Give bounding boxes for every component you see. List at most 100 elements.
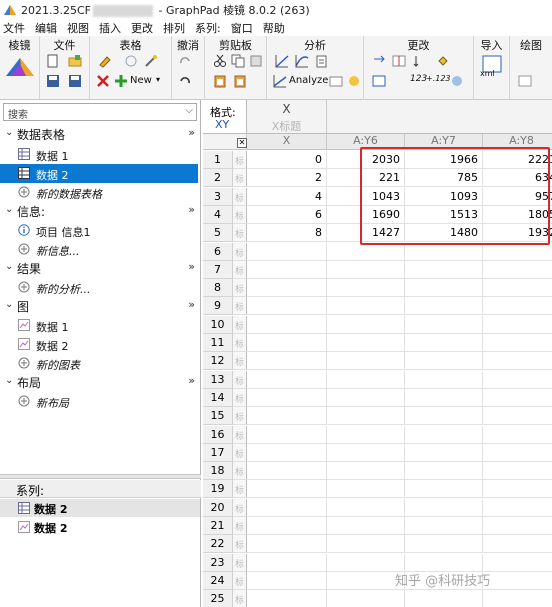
- table-cell-x[interactable]: [247, 243, 327, 261]
- redo-icon[interactable]: [178, 54, 192, 68]
- menu-family[interactable]: 系列:: [195, 20, 221, 36]
- row-title-cell[interactable]: 标: [233, 517, 247, 535]
- table-cell-x[interactable]: [247, 316, 327, 334]
- row-header[interactable]: 22: [203, 535, 233, 553]
- table-cell-y8[interactable]: [483, 243, 552, 261]
- row-header[interactable]: 24: [203, 572, 233, 590]
- nav-data-table-2[interactable]: 数据 2: [0, 164, 198, 183]
- row-title-cell[interactable]: 标: [233, 407, 247, 425]
- row-header[interactable]: 1: [203, 151, 233, 169]
- table-cell-y8[interactable]: 1805: [483, 206, 552, 224]
- table-cell-x[interactable]: [247, 535, 327, 553]
- table-cell-y7[interactable]: [405, 261, 483, 279]
- table-cell-y8[interactable]: [483, 590, 552, 607]
- chevron-down-icon[interactable]: ⌄: [5, 204, 13, 215]
- cut-icon[interactable]: [213, 54, 227, 68]
- row-title-cell[interactable]: 标: [233, 572, 247, 590]
- paste-icon[interactable]: [213, 74, 227, 88]
- menu-arrange[interactable]: 排列: [163, 20, 185, 36]
- table-cell-y8[interactable]: [483, 499, 552, 517]
- table-cell-y6[interactable]: [327, 480, 405, 498]
- row-header[interactable]: 18: [203, 462, 233, 480]
- table-cell-y6[interactable]: 1427: [327, 224, 405, 242]
- table-cell-y7[interactable]: 1513: [405, 206, 483, 224]
- row-header[interactable]: 4: [203, 206, 233, 224]
- table-cell-y7[interactable]: [405, 535, 483, 553]
- chevron-down-icon[interactable]: ⌄: [5, 375, 13, 386]
- row-title-cell[interactable]: 标: [233, 316, 247, 334]
- nav-new-data-table[interactable]: 新的数据表格: [0, 183, 198, 202]
- table-cell-y6[interactable]: [327, 535, 405, 553]
- table-cell-y8[interactable]: [483, 426, 552, 444]
- table-cell-y8[interactable]: 2221: [483, 151, 552, 169]
- table-cell-y6[interactable]: [327, 407, 405, 425]
- nav-new-layout[interactable]: 新布局: [0, 392, 198, 411]
- nav-new-analysis[interactable]: 新的分析...: [0, 278, 198, 297]
- regression-icon[interactable]: [295, 54, 309, 68]
- nav-graph-1[interactable]: 数据 1: [0, 316, 198, 335]
- normalize-icon[interactable]: [347, 74, 361, 88]
- palette-icon[interactable]: [450, 74, 464, 88]
- menu-window[interactable]: 窗口: [231, 20, 253, 36]
- table-cell-x[interactable]: 8: [247, 224, 327, 242]
- save-as-icon[interactable]: [68, 74, 82, 88]
- table-cell-y8[interactable]: [483, 316, 552, 334]
- analyze-icon[interactable]: [273, 74, 287, 88]
- table-cell-y7[interactable]: [405, 243, 483, 261]
- row-title-cell[interactable]: 标: [233, 334, 247, 352]
- table-cell-y7[interactable]: 1480: [405, 224, 483, 242]
- row-title-cell[interactable]: 标: [233, 261, 247, 279]
- fill-color-icon[interactable]: [436, 54, 450, 68]
- table-cell-y7[interactable]: [405, 517, 483, 535]
- table-cell-y8[interactable]: 957: [483, 188, 552, 206]
- table-cell-y8[interactable]: [483, 572, 552, 590]
- row-header[interactable]: 3: [203, 188, 233, 206]
- table-cell-x[interactable]: [247, 426, 327, 444]
- table-cell-y6[interactable]: [327, 279, 405, 297]
- table-cell-y6[interactable]: 2030: [327, 151, 405, 169]
- analyze-button[interactable]: Analyze: [289, 75, 328, 86]
- increase-decimal-button[interactable]: +.123: [426, 74, 451, 83]
- row-title-cell[interactable]: 标: [233, 499, 247, 517]
- row-title-cell[interactable]: 标: [233, 151, 247, 169]
- table-cell-y6[interactable]: [327, 499, 405, 517]
- table-cell-x[interactable]: 4: [247, 188, 327, 206]
- panel-splitter[interactable]: [0, 474, 201, 479]
- add-icon[interactable]: [114, 74, 128, 88]
- table-cell-x[interactable]: [247, 297, 327, 315]
- chevron-down-icon[interactable]: ⌄: [5, 127, 13, 138]
- row-header[interactable]: 23: [203, 554, 233, 572]
- table-cell-y6[interactable]: [327, 426, 405, 444]
- section-data-tables[interactable]: ⌄ 数据表格 »: [0, 125, 201, 144]
- row-header[interactable]: 11: [203, 334, 233, 352]
- row-title-cell[interactable]: 标: [233, 188, 247, 206]
- row-header[interactable]: 14: [203, 389, 233, 407]
- row-title-cell[interactable]: 标: [233, 426, 247, 444]
- table-cell-y7[interactable]: [405, 316, 483, 334]
- table-cell-x[interactable]: [247, 389, 327, 407]
- table-cell-y6[interactable]: [327, 352, 405, 370]
- table-cell-x[interactable]: [247, 480, 327, 498]
- table-cell-y6[interactable]: [327, 572, 405, 590]
- table-cell-x[interactable]: [247, 590, 327, 607]
- row-header[interactable]: 10: [203, 316, 233, 334]
- row-header[interactable]: 15: [203, 407, 233, 425]
- table-cell-x[interactable]: 2: [247, 169, 327, 187]
- row-header[interactable]: 2: [203, 169, 233, 187]
- section-graphs[interactable]: ⌄ 图 »: [0, 297, 201, 316]
- y6-subheader[interactable]: A:Y6: [327, 134, 405, 150]
- row-header[interactable]: 25: [203, 590, 233, 607]
- family-item-graph[interactable]: 数据 2: [0, 518, 200, 536]
- table-cell-y7[interactable]: [405, 480, 483, 498]
- x-title-placeholder[interactable]: X标题: [247, 118, 326, 134]
- table-cell-x[interactable]: [247, 371, 327, 389]
- table-cell-y7[interactable]: [405, 279, 483, 297]
- y8-subheader[interactable]: A:Y8: [483, 134, 552, 150]
- table-cell-y7[interactable]: 1093: [405, 188, 483, 206]
- table-cell-y8[interactable]: [483, 352, 552, 370]
- row-title-cell[interactable]: 标: [233, 224, 247, 242]
- x-column-header[interactable]: X X标题: [247, 100, 327, 134]
- wand-icon[interactable]: [144, 54, 158, 68]
- table-cell-y8[interactable]: [483, 261, 552, 279]
- row-title-cell[interactable]: 标: [233, 462, 247, 480]
